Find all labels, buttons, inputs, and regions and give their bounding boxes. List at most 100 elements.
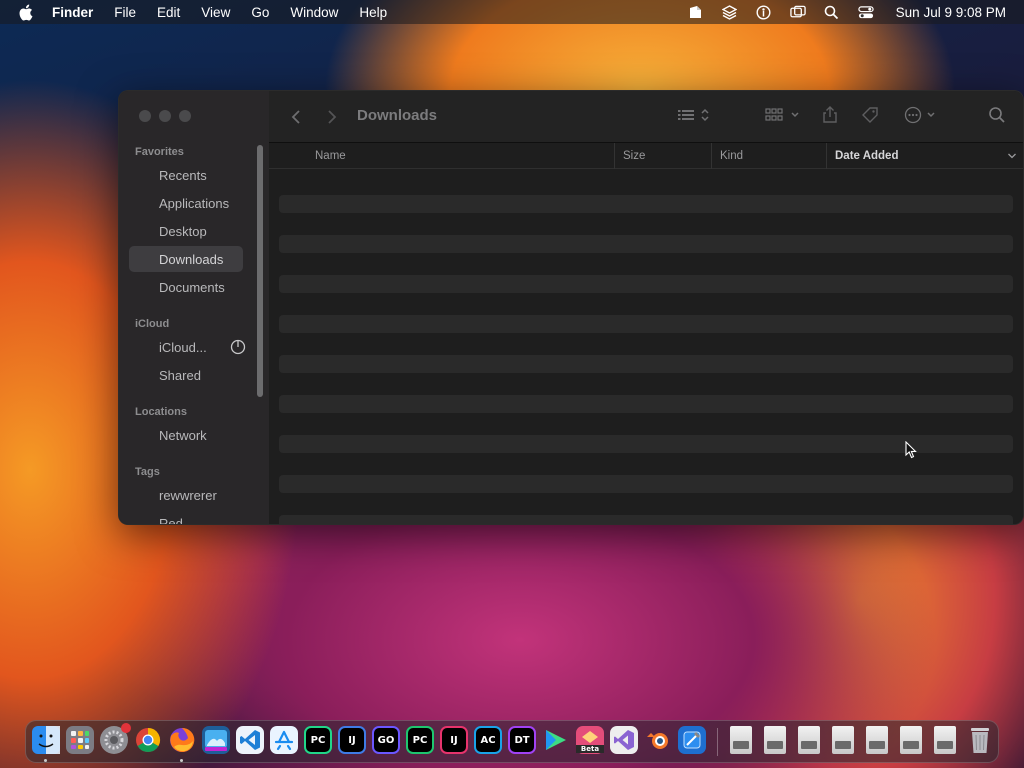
menu-clock[interactable]: Sun Jul 9 9:08 PM — [896, 5, 1006, 20]
column-kind[interactable]: Kind — [711, 143, 826, 169]
trash-icon[interactable] — [966, 726, 994, 754]
list-view-icon — [678, 107, 712, 128]
sidebar-item-label: Desktop — [159, 223, 207, 239]
sidebar-item-tag-red[interactable]: Red — [129, 510, 243, 525]
blender-icon[interactable] — [644, 726, 672, 754]
document-icon[interactable] — [764, 726, 786, 754]
menu-bar: Finder File Edit View Go Window Help Sun… — [0, 0, 1024, 24]
firefox-icon[interactable] — [168, 726, 196, 754]
pycharm-ce-icon[interactable]: PC — [406, 726, 434, 754]
app-store-icon[interactable] — [270, 726, 298, 754]
sidebar-item-shared[interactable]: Shared — [129, 362, 243, 388]
layers-status-icon[interactable] — [722, 4, 738, 20]
document-icon[interactable] — [832, 726, 854, 754]
app-label: PC — [310, 734, 326, 746]
sidebar-item-label: Downloads — [159, 251, 224, 267]
view-mode-button[interactable] — [677, 106, 713, 128]
chrome-icon[interactable] — [134, 726, 162, 754]
placeholder-row — [279, 315, 1013, 333]
control-center-icon[interactable] — [858, 4, 874, 20]
sidebar-item-icloud-drive[interactable]: iCloud... — [129, 334, 246, 360]
beta-app-icon[interactable]: Beta — [576, 726, 604, 754]
sidebar-item-documents[interactable]: Documents — [129, 274, 243, 300]
file-browser: Downloads Name Size Kind Date Added — [269, 91, 1023, 524]
column-label: Kind — [720, 150, 744, 162]
sidebar-item-tag-rewwrerer[interactable]: rewwrerer — [129, 482, 243, 508]
sidebar-item-label: Network — [159, 427, 207, 443]
menu-go[interactable]: Go — [251, 5, 269, 20]
app-label: IJ — [450, 734, 458, 746]
minimize-button[interactable] — [159, 110, 171, 122]
sidebar-item-label: Applications — [159, 195, 230, 211]
sync-progress-icon — [230, 339, 246, 355]
menu-window[interactable]: Window — [290, 5, 338, 20]
visual-studio-icon[interactable] — [610, 726, 638, 754]
placeholder-row — [279, 395, 1013, 413]
pycharm-icon[interactable]: PC — [304, 726, 332, 754]
menu-help[interactable]: Help — [359, 5, 387, 20]
xcode-icon[interactable] — [678, 726, 706, 754]
more-actions-button[interactable] — [903, 106, 939, 128]
tag-button[interactable] — [861, 106, 879, 128]
sidebar-item-desktop[interactable]: Desktop — [129, 218, 243, 244]
sidebar-item-recents[interactable]: Recents — [129, 162, 243, 188]
document-icon[interactable] — [934, 726, 956, 754]
menu-edit[interactable]: Edit — [157, 5, 180, 20]
accessibility-status-icon[interactable] — [756, 4, 772, 20]
column-size[interactable]: Size — [614, 143, 711, 169]
dock-separator — [717, 728, 718, 756]
close-button[interactable] — [139, 110, 151, 122]
search-button[interactable] — [987, 106, 1007, 128]
placeholder-row — [279, 475, 1013, 493]
notes-status-icon[interactable] — [688, 4, 704, 20]
intellij-icon[interactable]: IJ — [338, 726, 366, 754]
group-grid-icon — [765, 107, 803, 128]
sidebar-item-network[interactable]: Network — [129, 422, 243, 448]
document-icon[interactable] — [900, 726, 922, 754]
group-by-button[interactable] — [765, 106, 803, 128]
placeholder-row — [279, 515, 1013, 524]
screen-mirroring-icon[interactable] — [789, 4, 806, 20]
intellij-ce-icon[interactable]: IJ — [440, 726, 468, 754]
apple-menu-icon[interactable] — [18, 3, 36, 21]
back-button[interactable] — [289, 106, 303, 128]
datagrip-icon[interactable]: DT — [508, 726, 536, 754]
sidebar-scrollbar[interactable] — [257, 145, 263, 397]
zoom-button[interactable] — [179, 110, 191, 122]
vscode-icon[interactable] — [236, 726, 264, 754]
sidebar-item-applications[interactable]: Applications — [129, 190, 243, 216]
sidebar-item-label: Red — [159, 515, 183, 525]
document-icon[interactable] — [798, 726, 820, 754]
preview-icon[interactable] — [202, 726, 230, 754]
sidebar: Favorites Recents Applications Desktop D… — [119, 91, 269, 524]
appcode-icon[interactable]: AC — [474, 726, 502, 754]
system-settings-icon[interactable] — [100, 723, 131, 754]
toolbar: Downloads — [269, 91, 1023, 143]
sidebar-item-downloads[interactable]: Downloads — [129, 246, 243, 272]
sidebar-section-icloud: iCloud — [135, 318, 170, 330]
sidebar-section-locations: Locations — [135, 406, 187, 418]
share-button[interactable] — [821, 105, 839, 129]
menu-file[interactable]: File — [114, 5, 136, 20]
placeholder-row — [279, 435, 1013, 453]
menu-view[interactable]: View — [201, 5, 230, 20]
document-icon[interactable] — [866, 726, 888, 754]
share-icon — [822, 105, 838, 129]
column-name[interactable]: Name — [307, 143, 614, 169]
placeholder-row — [279, 355, 1013, 373]
launchpad-icon[interactable] — [66, 726, 94, 754]
sidebar-item-label: Documents — [159, 279, 225, 295]
app-label: AC — [480, 734, 496, 746]
document-icon[interactable] — [730, 726, 752, 754]
menu-app-name[interactable]: Finder — [52, 5, 93, 20]
dock: PC IJ GO PC IJ AC DT Beta — [25, 720, 999, 763]
placeholder-row — [279, 235, 1013, 253]
sidebar-item-label: Shared — [159, 367, 201, 383]
finder-icon[interactable] — [32, 726, 60, 754]
spotlight-search-icon[interactable] — [824, 4, 840, 20]
sidebar-item-label: Recents — [159, 167, 207, 183]
goland-icon[interactable]: GO — [372, 726, 400, 754]
forward-button[interactable] — [325, 106, 339, 128]
android-studio-icon[interactable] — [542, 726, 570, 754]
column-date-added[interactable]: Date Added — [826, 143, 1023, 169]
